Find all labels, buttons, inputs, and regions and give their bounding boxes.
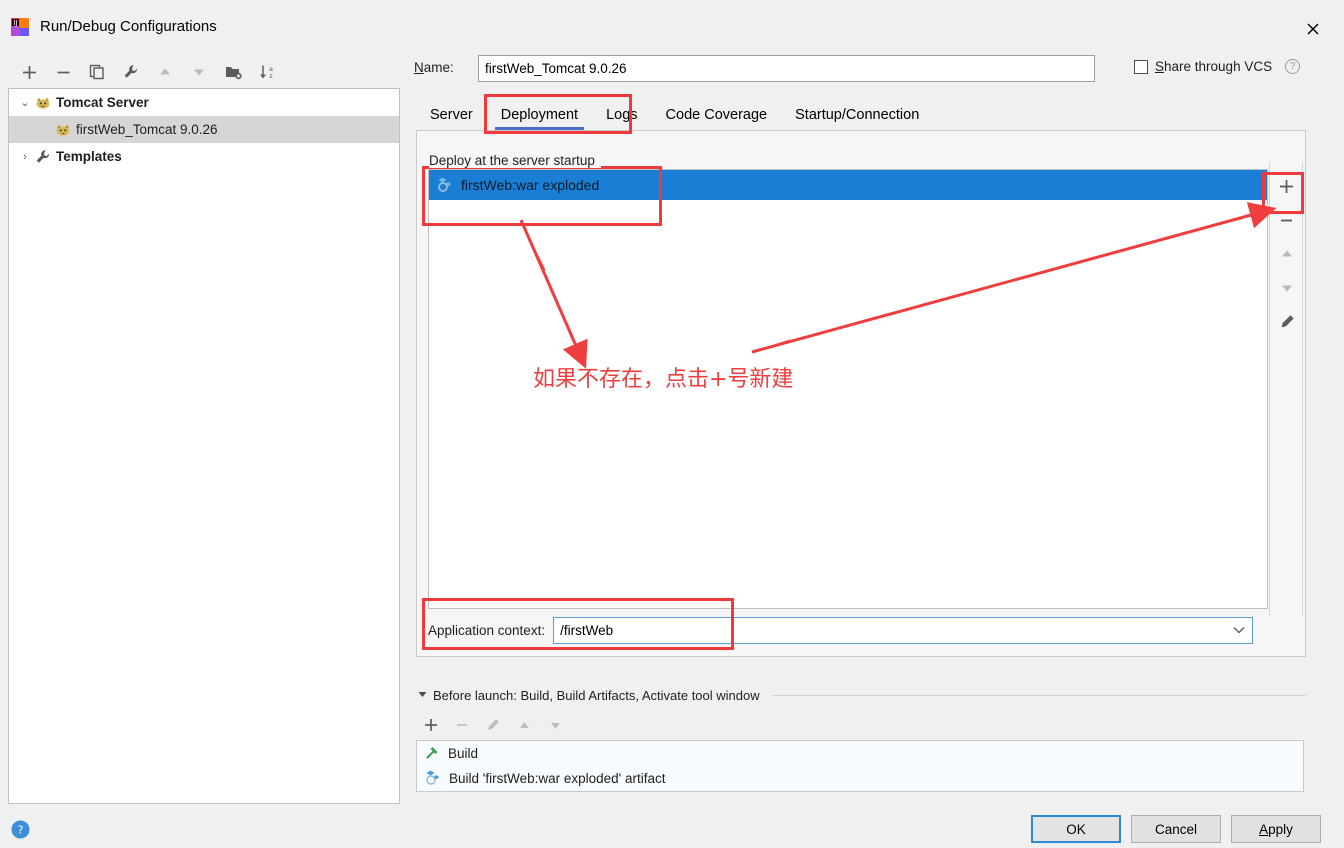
tab-deployment[interactable]: Deployment xyxy=(487,104,592,130)
sort-alphabetically-button[interactable]: az xyxy=(254,59,280,85)
move-down-button[interactable] xyxy=(186,59,212,85)
move-task-down-button[interactable] xyxy=(544,714,566,736)
apply-button[interactable]: Apply xyxy=(1231,815,1321,843)
ok-button[interactable]: OK xyxy=(1031,815,1121,843)
remove-configuration-button[interactable] xyxy=(50,59,76,85)
edit-task-pencil-icon[interactable] xyxy=(482,714,504,736)
run-debug-configurations-dialog: IJ Run/Debug Configurations a z ⌄ Tomcat… xyxy=(0,0,1344,848)
application-context-row: Application context: xyxy=(428,609,1294,651)
tomcat-icon xyxy=(35,96,51,110)
svg-text:?: ? xyxy=(18,824,24,837)
artifact-label: firstWeb:war exploded xyxy=(461,177,600,193)
edit-templates-wrench-icon[interactable] xyxy=(118,59,144,85)
before-launch-header[interactable]: Before launch: Build, Build Artifacts, A… xyxy=(418,687,1306,703)
triangle-down-icon[interactable] xyxy=(418,690,427,700)
cancel-button[interactable]: Cancel xyxy=(1131,815,1221,843)
svg-text:z: z xyxy=(269,72,273,80)
move-task-up-button[interactable] xyxy=(513,714,535,736)
application-context-label: Application context: xyxy=(428,622,546,638)
task-label: Build xyxy=(448,746,479,761)
list-item[interactable]: Build 'firstWeb:war exploded' artifact xyxy=(417,766,1303,791)
window-title: Run/Debug Configurations xyxy=(40,18,217,35)
tab-label: Code Coverage xyxy=(665,107,768,123)
configuration-name-input[interactable] xyxy=(478,55,1095,82)
list-item[interactable]: Build xyxy=(417,741,1303,766)
remove-task-button[interactable] xyxy=(451,714,473,736)
configuration-tabs: Server Deployment Logs Code Coverage Sta… xyxy=(416,97,1306,130)
tree-node-firstweb-tomcat[interactable]: firstWeb_Tomcat 9.0.26 xyxy=(9,116,399,143)
share-through-vcs-control: Share through VCS ? xyxy=(1134,59,1301,74)
application-context-combobox[interactable] xyxy=(553,616,1254,644)
name-label: Name: xyxy=(414,60,454,75)
close-icon[interactable] xyxy=(1296,14,1330,44)
move-up-button[interactable] xyxy=(152,59,178,85)
tab-code-coverage[interactable]: Code Coverage xyxy=(652,104,782,130)
intellij-idea-icon: IJ xyxy=(10,17,30,37)
tree-node-tomcat-server[interactable]: ⌄ Tomcat Server xyxy=(9,89,399,116)
move-artifact-up-button[interactable] xyxy=(1274,237,1300,271)
tab-startup-connection[interactable]: Startup/Connection xyxy=(781,104,933,130)
remove-artifact-button[interactable] xyxy=(1274,203,1300,237)
task-label: Build 'firstWeb:war exploded' artifact xyxy=(449,771,666,786)
before-launch-toolbar xyxy=(420,712,820,738)
tab-label: Logs xyxy=(606,107,638,123)
move-artifact-down-button[interactable] xyxy=(1274,271,1300,305)
artifact-toolbar xyxy=(1273,169,1299,609)
list-item[interactable]: firstWeb:war exploded xyxy=(429,170,1267,200)
configurations-toolbar: az xyxy=(8,56,400,88)
title-bar: IJ Run/Debug Configurations xyxy=(0,0,1344,48)
tree-node-templates[interactable]: › Templates xyxy=(9,143,399,170)
create-folder-button[interactable] xyxy=(220,59,246,85)
artifact-icon xyxy=(437,176,453,195)
share-through-vcs-checkbox[interactable] xyxy=(1134,59,1148,74)
application-context-input[interactable] xyxy=(554,617,1227,643)
before-launch-label: Before launch: Build, Build Artifacts, A… xyxy=(433,687,760,703)
configurations-tree: ⌄ Tomcat Server firstWeb_Tomcat 9.0.26 ›… xyxy=(8,88,400,804)
tab-label: Deployment xyxy=(500,107,579,123)
tree-twisty-expanded-icon[interactable]: ⌄ xyxy=(15,96,35,109)
tab-label: Server xyxy=(430,107,473,123)
divider xyxy=(771,694,1306,696)
deployment-tab-panel: Deploy at the server startup firstWeb:wa… xyxy=(416,130,1306,657)
wrench-icon xyxy=(35,149,51,165)
deployment-artifact-list[interactable]: firstWeb:war exploded xyxy=(428,169,1268,609)
artifact-icon xyxy=(425,769,441,788)
tree-twisty-collapsed-icon[interactable]: › xyxy=(15,151,35,163)
chevron-down-icon[interactable] xyxy=(1226,618,1252,643)
add-artifact-button[interactable] xyxy=(1274,169,1300,203)
svg-text:IJ: IJ xyxy=(13,19,17,27)
tab-server[interactable]: Server xyxy=(416,104,487,130)
tree-node-label: firstWeb_Tomcat 9.0.26 xyxy=(76,122,218,137)
tomcat-icon xyxy=(55,123,71,137)
question-mark-icon[interactable]: ? xyxy=(1285,59,1301,74)
tab-logs[interactable]: Logs xyxy=(592,104,651,130)
edit-artifact-pencil-icon[interactable] xyxy=(1274,305,1300,339)
copy-configuration-button[interactable] xyxy=(84,59,110,85)
tree-node-label: Templates xyxy=(56,149,122,164)
add-configuration-button[interactable] xyxy=(16,59,42,85)
tab-label: Startup/Connection xyxy=(795,107,920,123)
add-task-button[interactable] xyxy=(420,714,442,736)
tree-node-label: Tomcat Server xyxy=(56,95,149,110)
deploy-at-startup-label: Deploy at the server startup xyxy=(429,153,601,168)
before-launch-task-list[interactable]: Build Build 'firstWeb:war exploded' arti… xyxy=(416,740,1304,792)
help-circle-icon[interactable]: ? xyxy=(11,820,30,839)
share-through-vcs-label: Share through VCS xyxy=(1155,59,1273,74)
hammer-icon xyxy=(425,745,440,763)
